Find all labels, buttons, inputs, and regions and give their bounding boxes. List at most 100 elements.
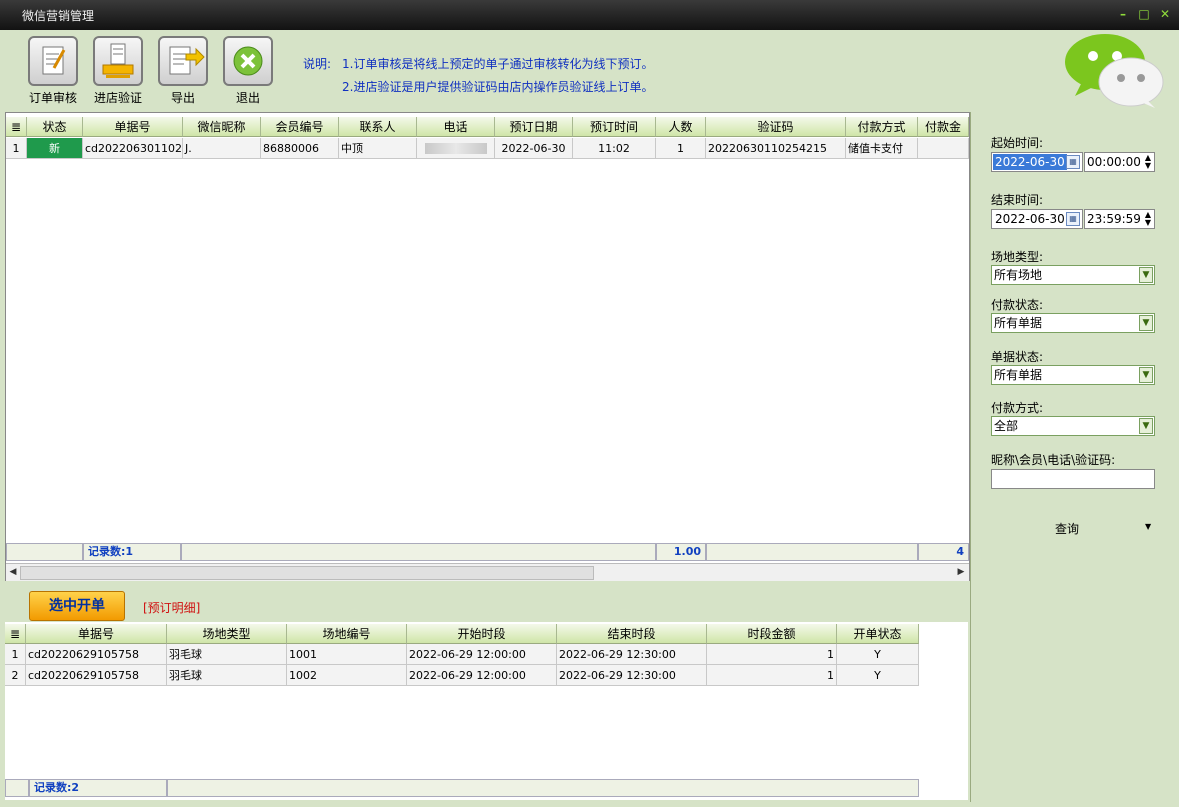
note-line-2: 2.进店验证是用户提供验证码由店内操作员验证线上订单。 — [342, 80, 654, 94]
pay-cell: 储值卡支付 — [846, 138, 918, 159]
field-type-label: 场地类型: — [991, 250, 1044, 264]
order-review-button[interactable]: 订单审核 — [23, 36, 83, 106]
chevron-down-icon[interactable]: ▼ — [1139, 367, 1153, 383]
maximize-icon[interactable]: □ — [1137, 7, 1151, 21]
details-row-selector-icon[interactable]: ≣ — [5, 624, 26, 644]
calendar-icon[interactable]: ▦ — [1066, 212, 1080, 226]
minimize-icon[interactable]: – — [1116, 7, 1130, 21]
orders-col-pay[interactable]: 付款方式 — [846, 117, 918, 137]
details-record-count: 记录数:2 — [29, 779, 167, 797]
calendar-icon[interactable]: ▦ — [1066, 155, 1080, 169]
scroll-thumb[interactable] — [20, 566, 594, 580]
start-cell: 2022-06-29 12:00:00 — [407, 665, 557, 686]
scroll-right-icon[interactable]: ▶ — [955, 566, 967, 578]
start-date-picker[interactable]: 2022-06-30 ▦ — [991, 152, 1083, 172]
details-col-bill[interactable]: 单据号 — [26, 624, 167, 644]
end-time-value: 23:59:59 — [1087, 212, 1141, 226]
bill-status-select[interactable]: 所有单据 ▼ — [991, 365, 1155, 385]
amount-cell: 1 — [707, 644, 837, 665]
orders-col-code[interactable]: 验证码 — [706, 117, 846, 137]
toolbar: 订单审核 进店验证 导出 退出 说明: 1.订单审核是将线上预定的单子通过审核转… — [5, 30, 1174, 110]
orders-col-amount[interactable]: 付款金 — [918, 117, 969, 137]
app-window: 微信营销管理 – □ ✕ 订单审核 进店验证 导出 退出 说明: 1.订单审核是… — [0, 0, 1179, 807]
end-time-spinner[interactable]: 23:59:59 ▲ ▼ — [1084, 209, 1155, 229]
field-type-select[interactable]: 所有场地 ▼ — [991, 265, 1155, 285]
orders-col-phone[interactable]: 电话 — [417, 117, 495, 137]
scroll-left-icon[interactable]: ◀ — [7, 566, 19, 578]
details-col-end[interactable]: 结束时段 — [557, 624, 707, 644]
search-label: 昵称\会员\电话\验证码: — [991, 453, 1116, 467]
booking-detail-link[interactable]: [预订明细] — [143, 599, 200, 616]
window-title: 微信营销管理 — [22, 9, 95, 23]
export-button[interactable]: 导出 — [153, 36, 213, 106]
code-cell: 20220630110254215 — [706, 138, 846, 159]
phone-redaction — [425, 143, 487, 154]
orders-row-selector-icon[interactable]: ≣ — [6, 117, 27, 137]
chevron-down-icon[interactable]: ▼ — [1139, 315, 1153, 331]
filter-panel: 起始时间: 2022-06-30 ▦ 00:00:00 ▲ ▼ 结束时间: 202… — [970, 112, 1175, 802]
store-verify-button[interactable]: 进店验证 — [88, 36, 148, 106]
orders-col-status[interactable]: 状态 — [27, 117, 83, 137]
spinner-arrows-icon[interactable]: ▲ ▼ — [1145, 154, 1151, 170]
details-grid: ≣ 单据号 场地类型 场地编号 开始时段 结束时段 时段金额 开单状态 1 cd… — [5, 622, 968, 800]
start-cell: 2022-06-29 12:00:00 — [407, 644, 557, 665]
pay-method-select[interactable]: 全部 ▼ — [991, 416, 1155, 436]
row-number: 1 — [6, 138, 27, 159]
orders-footer-people: 1.00 — [656, 543, 706, 561]
orders-grid: ≣ 状态 单据号 微信昵称 会员编号 联系人 电话 预订日期 预订时间 人数 验… — [5, 112, 970, 581]
nick-cell: J. — [183, 138, 261, 159]
chevron-down-icon[interactable]: ▼ — [1139, 418, 1153, 434]
details-col-start[interactable]: 开始时段 — [407, 624, 557, 644]
orders-col-date[interactable]: 预订日期 — [495, 117, 573, 137]
amount-cell: 1 — [707, 665, 837, 686]
orders-col-nick[interactable]: 微信昵称 — [183, 117, 261, 137]
time-cell: 11:02 — [573, 138, 656, 159]
search-input[interactable] — [991, 469, 1155, 489]
wechat-logo-icon — [1065, 34, 1164, 108]
document-edit-icon — [28, 36, 78, 86]
detail-toolbar: 选中开单 [预订明细] — [5, 583, 968, 621]
start-time-spinner[interactable]: 00:00:00 ▲ ▼ — [1084, 152, 1155, 172]
query-dropdown-icon[interactable]: ▼ — [1145, 522, 1151, 531]
store-verify-label: 进店验证 — [93, 91, 142, 105]
orders-horizontal-scrollbar[interactable]: ◀ ▶ — [6, 563, 969, 581]
note-prefix: 说明: — [303, 57, 332, 71]
open-selected-button[interactable]: 选中开单 — [29, 591, 125, 621]
details-col-type[interactable]: 场地类型 — [167, 624, 287, 644]
close-icon[interactable]: ✕ — [1158, 7, 1172, 21]
exit-button[interactable]: 退出 — [218, 36, 278, 106]
orders-record-count: 记录数:1 — [83, 543, 181, 561]
state-cell: Y — [837, 644, 919, 665]
export-icon — [158, 36, 208, 86]
orders-footer-amount: 4 — [918, 543, 969, 561]
row-number: 1 — [5, 644, 26, 665]
details-col-field[interactable]: 场地编号 — [287, 624, 407, 644]
people-cell: 1 — [656, 138, 706, 159]
orders-footer-spacer-2 — [706, 543, 918, 561]
details-col-state[interactable]: 开单状态 — [837, 624, 919, 644]
exit-icon — [223, 36, 273, 86]
end-time-label: 结束时间: — [991, 193, 1044, 207]
pay-status-label: 付款状态: — [991, 298, 1044, 312]
orders-col-time[interactable]: 预订时间 — [573, 117, 656, 137]
exit-label: 退出 — [235, 91, 260, 105]
orders-col-contact[interactable]: 联系人 — [339, 117, 417, 137]
type-cell: 羽毛球 — [167, 665, 287, 686]
query-button[interactable]: 查询 — [1055, 520, 1079, 537]
orders-col-bill[interactable]: 单据号 — [83, 117, 183, 137]
chevron-down-icon[interactable]: ▼ — [1139, 267, 1153, 283]
pay-method-value: 全部 — [994, 419, 1019, 433]
export-label: 导出 — [170, 91, 195, 105]
details-col-amount[interactable]: 时段金额 — [707, 624, 837, 644]
phone-cell — [417, 138, 495, 159]
end-date-picker[interactable]: 2022-06-30 ▦ — [991, 209, 1083, 229]
spinner-arrows-icon[interactable]: ▲ ▼ — [1145, 211, 1151, 227]
orders-col-member[interactable]: 会员编号 — [261, 117, 339, 137]
details-footer-blank — [5, 779, 29, 797]
status-badge: 新 — [27, 138, 83, 159]
field-cell: 1001 — [287, 644, 407, 665]
orders-col-people[interactable]: 人数 — [656, 117, 706, 137]
pay-status-select[interactable]: 所有单据 ▼ — [991, 313, 1155, 333]
pay-method-label: 付款方式: — [991, 401, 1044, 415]
field-type-value: 所有场地 — [994, 268, 1043, 282]
